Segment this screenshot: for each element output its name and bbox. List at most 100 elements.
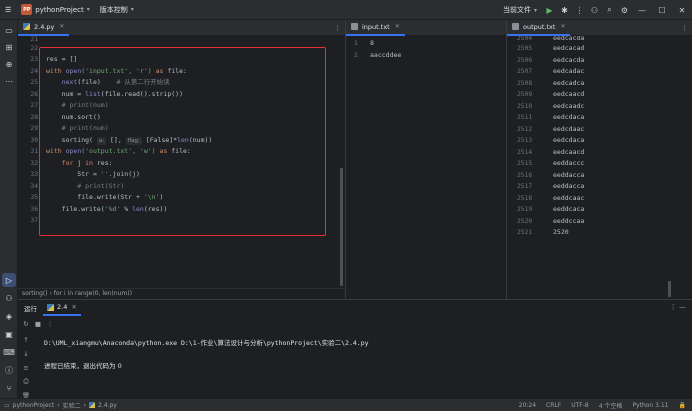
line-number: 29 (30, 125, 38, 132)
plugins-icon[interactable]: ⊕ (2, 57, 16, 71)
run-config-label: 当前文件 (502, 6, 531, 14)
more-tabs-icon[interactable]: ⋮ (681, 20, 688, 36)
maximize-window-button[interactable]: ☐ (652, 0, 672, 20)
panel-options-icon[interactable]: ⋮ — (670, 303, 686, 311)
line-number: 34 (30, 182, 38, 190)
project-switcher[interactable]: PP pythonProject ▾ (16, 0, 94, 20)
console-command-line: D:\UML_xiangmu\Anaconda\python.exe D:\1-… (44, 339, 369, 347)
terminal-icon[interactable]: ▣ (2, 327, 16, 341)
file-encoding[interactable]: UTF-8 (571, 402, 589, 409)
line-number: 2510 (517, 102, 533, 110)
line-number: 27 (30, 102, 38, 109)
run-tab-2-4[interactable]: 2.4 ✕ (43, 300, 81, 316)
line-number: 24 (30, 67, 38, 75)
python-file-icon (23, 23, 30, 30)
output-text-editor[interactable]: 2504 eedcacda 2505 eedcacad 2506 eedcacd… (507, 36, 692, 299)
close-icon[interactable]: ✕ (71, 303, 76, 311)
text-line: eeddcaca (553, 205, 585, 213)
python-file-icon (47, 303, 54, 311)
status-bar: ▭ pythonProject › 实验二 › 2.4.py 20:24 CRL… (0, 398, 692, 411)
lock-icon[interactable]: 🔒 (679, 402, 686, 409)
code-line: file.write('%d' % len(res)) (46, 204, 168, 213)
line-separator[interactable]: CRLF (546, 402, 561, 409)
line-number: 2509 (517, 91, 533, 98)
project-folder-icon[interactable]: ▭ (2, 23, 16, 37)
vcs-widget[interactable]: 版本控制 ▾ (95, 0, 139, 20)
arrow-down-icon[interactable]: ↓ (20, 348, 32, 359)
editor-scrollbar[interactable] (668, 281, 671, 297)
tab-output-txt[interactable]: output.txt ✕ (507, 20, 571, 36)
more-tabs-icon[interactable]: ⋮ (334, 20, 341, 36)
more-actions-icon[interactable]: ⋮ (44, 318, 56, 329)
close-window-button[interactable]: ✕ (672, 0, 692, 20)
line-number: 1 (354, 40, 358, 47)
more-tools-icon[interactable]: ⋯ (2, 74, 16, 88)
close-icon[interactable]: ✕ (395, 23, 400, 30)
more-actions-icon[interactable]: ⋮ (572, 0, 587, 20)
soft-wrap-icon[interactable]: ≡ (20, 362, 32, 373)
code-line: next(file) # 从第二行开始读 (61, 78, 170, 86)
text-line: eeddacca (553, 170, 585, 179)
line-number: 2518 (517, 194, 533, 202)
caret-position[interactable]: 20:24 (519, 402, 536, 409)
tab-2-4-py[interactable]: 2.4.py ✕ (18, 20, 70, 36)
python-console-icon[interactable]: ⌨ (2, 345, 16, 359)
python-code-editor[interactable]: 21 22 23 24 25 26 27 28 29 30 31 32 33 3… (18, 36, 345, 288)
stop-icon[interactable]: ■ (32, 318, 44, 329)
main-menu-button[interactable]: ☰ (0, 0, 16, 20)
line-number: 33 (30, 171, 38, 178)
minimize-window-button[interactable]: — (632, 0, 652, 20)
text-line: eedcacda (553, 55, 585, 64)
chevron-right-icon: › (83, 401, 87, 409)
editor-tabbar-input: input.txt ✕ (346, 20, 506, 36)
line-number: 2515 (517, 160, 533, 167)
python-interpreter[interactable]: Python 3.11 (632, 402, 668, 409)
line-number: 26 (30, 90, 38, 98)
line-number: 31 (30, 148, 38, 155)
line-number: 32 (30, 159, 38, 167)
text-line: eeddacca (553, 182, 585, 190)
line-number: 2508 (517, 79, 533, 87)
text-file-icon (351, 23, 358, 30)
close-icon[interactable]: ✕ (59, 23, 64, 30)
line-number: 2521 (517, 229, 533, 236)
git-branch-icon[interactable]: ⑂ (2, 381, 16, 395)
debug-icon[interactable]: ✱ (557, 0, 572, 20)
run-config-selector[interactable]: 当前文件 ▾ (498, 0, 542, 20)
close-icon[interactable]: ✕ (560, 23, 565, 30)
line-number: 28 (30, 113, 38, 121)
chevron-right-icon: › (57, 401, 60, 409)
arrow-up-icon[interactable]: ↑ (20, 334, 32, 345)
run-tool-icon[interactable]: ▷ (2, 273, 16, 287)
rerun-icon[interactable]: ↻ (20, 318, 32, 329)
search-icon[interactable]: ⌕ (602, 0, 617, 20)
tab-input-txt[interactable]: input.txt ✕ (346, 20, 405, 36)
status-crumb-folder[interactable]: 实验二 (63, 401, 81, 410)
line-number: 2520 (517, 217, 533, 225)
print-icon[interactable]: ⎙ (20, 376, 32, 387)
structure-icon[interactable]: ⊞ (2, 40, 16, 54)
line-number: 2506 (517, 56, 533, 64)
editor-scrollbar[interactable] (340, 168, 343, 286)
text-line: eeddaccc (553, 159, 585, 167)
code-line: # print(num) (46, 101, 109, 109)
python-packages-icon[interactable]: ⚇ (2, 291, 16, 305)
layers-icon[interactable]: ◈ (2, 309, 16, 323)
editor-tabbar-python: 2.4.py ✕ ⋮ (18, 20, 345, 36)
text-line: eedcadac (553, 67, 585, 75)
code-line: for j in res: (46, 158, 113, 167)
indent-setting[interactable]: 4 个空格 (599, 401, 623, 410)
chevron-down-icon: ▾ (130, 6, 134, 13)
problems-icon[interactable]: ⓘ (2, 363, 16, 377)
status-crumb-file[interactable]: 2.4.py (98, 402, 117, 409)
line-number: 37 (30, 217, 38, 224)
input-text-editor[interactable]: 1 8 2 aaccddee (346, 36, 506, 299)
code-line: with open('input.txt', 'r') as file: (46, 66, 187, 75)
code-line: # print(Str) (46, 181, 125, 190)
add-user-icon[interactable]: ⚇ (587, 0, 602, 20)
settings-gear-icon[interactable]: ⚙ (617, 0, 632, 20)
status-crumb-project[interactable]: pythonProject (13, 402, 55, 409)
code-breadcrumb[interactable]: sorting() › for i in range(0, len(num)) (18, 288, 345, 299)
run-icon[interactable]: ▶ (542, 0, 557, 20)
chevron-down-icon: ▾ (86, 6, 90, 13)
